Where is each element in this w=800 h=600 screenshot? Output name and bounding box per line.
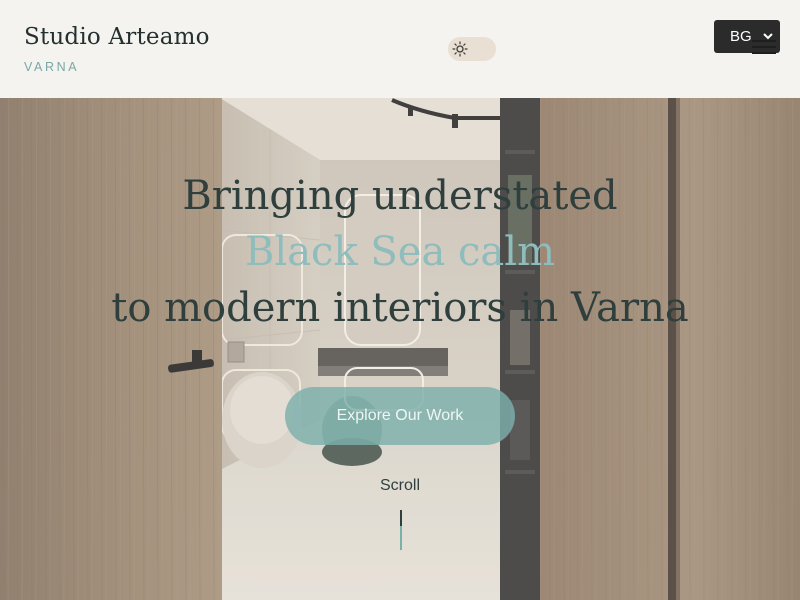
headline-line-3: to modern interiors in Varna [111,285,689,331]
headline-line-1: Bringing understated [182,173,618,219]
theme-toggle[interactable] [448,37,496,61]
brand-name[interactable]: Studio Arteamo [24,24,210,50]
scroll-indicator [400,510,402,550]
hamburger-menu-icon[interactable] [752,40,776,56]
language-select-value: BG [730,28,752,45]
headline-line-2: Black Sea calm [245,229,555,275]
site-header: Studio Arteamo VARNA BG [0,0,800,98]
scroll-label[interactable]: Scroll [350,477,450,495]
hero-headline: Bringing understated Black Sea calm to m… [0,168,800,336]
sun-icon [451,40,469,58]
explore-work-button[interactable]: Explore Our Work [285,387,515,445]
brand-city: VARNA [24,60,80,74]
